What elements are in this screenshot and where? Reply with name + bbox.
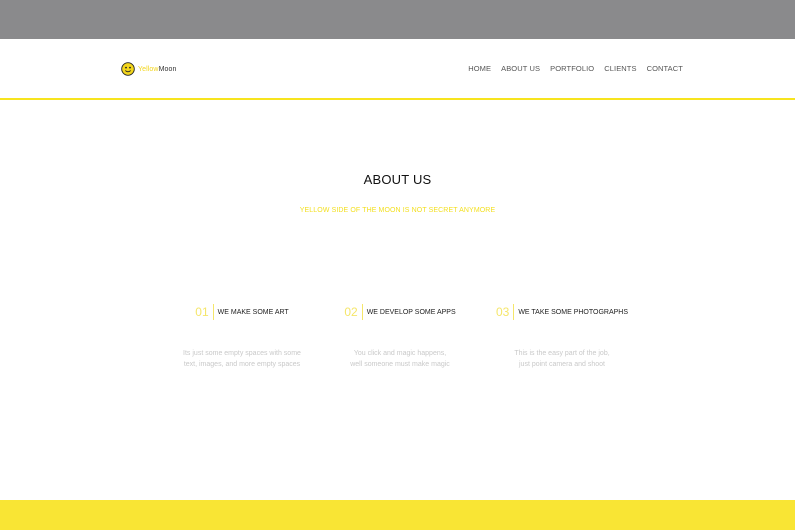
service-apps: 02 WE DEVELOP SOME APPS You click and ma… [315, 302, 485, 370]
service-description-line: Its just some empty spaces with some [183, 350, 301, 357]
service-description: Its just some empty spaces with some tex… [157, 349, 327, 370]
nav-clients[interactable]: CLIENTS [604, 64, 636, 73]
moon-face-icon [121, 62, 135, 76]
service-divider [212, 304, 214, 320]
site-header: YellowMoon HOME ABOUT US PORTFOLIO CLIEN… [0, 39, 795, 100]
logo-text: YellowMoon [138, 66, 177, 73]
service-number: 01 [195, 305, 209, 319]
top-gray-bar [0, 0, 795, 39]
service-photographs: 03 WE TAKE SOME PHOTOGRAPHS This is the … [477, 302, 647, 370]
service-description-line: just point camera and shoot [519, 360, 605, 368]
main-nav: HOME ABOUT US PORTFOLIO CLIENTS CONTACT [468, 64, 683, 73]
service-description-line: You click and magic happens, [353, 350, 447, 357]
service-description: This is the easy part of the job, just p… [477, 349, 647, 370]
service-description-line: This is the easy part of the job, [514, 350, 610, 357]
service-heading: 02 WE DEVELOP SOME APPS [315, 302, 485, 322]
section-subtitle: YELLOW SIDE OF THE MOON IS NOT SECRET AN… [299, 207, 496, 214]
service-number: 02 [344, 305, 358, 319]
service-divider [513, 304, 515, 320]
service-description-line: well someone must make magic [350, 360, 450, 368]
section-title: ABOUT US [363, 172, 432, 187]
service-number: 03 [495, 305, 510, 319]
nav-portfolio[interactable]: PORTFOLIO [550, 64, 594, 73]
logo-word-yellow: Yellow [138, 65, 159, 73]
yellow-footer-band [0, 500, 795, 530]
service-art: 01 WE MAKE SOME ART Its just some empty … [157, 302, 327, 370]
nav-about-us[interactable]: ABOUT US [501, 64, 540, 73]
nav-contact[interactable]: CONTACT [647, 64, 683, 73]
service-title: WE MAKE SOME ART [217, 308, 289, 316]
service-description-line: text, images, and more empty spaces [183, 360, 301, 368]
service-heading: 03 WE TAKE SOME PHOTOGRAPHS [477, 302, 647, 322]
service-heading: 01 WE MAKE SOME ART [157, 302, 327, 322]
service-description: You click and magic happens, well someon… [315, 349, 485, 370]
service-title: WE DEVELOP SOME APPS [366, 308, 456, 316]
service-divider [361, 304, 363, 320]
service-title: WE TAKE SOME PHOTOGRAPHS [518, 308, 629, 316]
logo-word-moon: Moon [158, 65, 177, 73]
nav-home[interactable]: HOME [468, 64, 491, 73]
logo[interactable]: YellowMoon [121, 60, 177, 78]
